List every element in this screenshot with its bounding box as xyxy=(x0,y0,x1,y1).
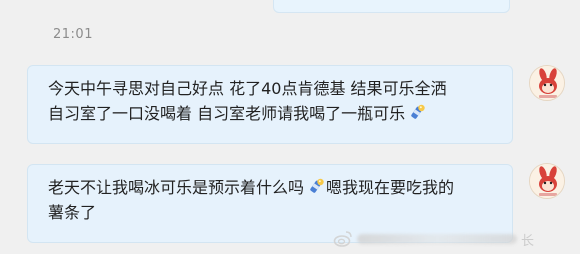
message-text: 薯条了 xyxy=(48,203,97,222)
watermark: 长 xyxy=(333,229,534,249)
watermark-text: 长 xyxy=(521,233,535,249)
rabbit-avatar-icon xyxy=(530,66,564,100)
cola-icon xyxy=(310,178,324,193)
watermark-blurred-text xyxy=(357,234,517,244)
message-text: 老天不让我喝冰可乐是预示着什么吗 xyxy=(48,178,305,197)
message-text: 今天中午寻思对自己好点 花了40点肯德基 结果可乐全洒 xyxy=(48,79,447,98)
cola-icon xyxy=(411,104,425,119)
message-timestamp: 21:01 xyxy=(53,27,93,42)
chat-area[interactable]: 21:01 今天中午寻思对自己好点 花了40点肯德基 结果可乐全洒 自习室了一口… xyxy=(0,0,580,254)
weibo-logo-icon xyxy=(333,231,352,247)
avatar[interactable] xyxy=(529,163,565,199)
rabbit-avatar-icon xyxy=(530,164,564,198)
message-bubble[interactable]: 今天中午寻思对自己好点 花了40点肯德基 结果可乐全洒 自习室了一口没喝着 自习… xyxy=(27,65,513,144)
avatar[interactable] xyxy=(529,65,565,101)
message-line: 自习室了一口没喝着 自习室老师请我喝了一瓶可乐 xyxy=(48,101,492,126)
message-text: 嗯我现在要吃我的 xyxy=(326,178,455,197)
previous-message-bubble xyxy=(273,0,510,13)
message-text: 自习室了一口没喝着 自习室老师请我喝了一瓶可乐 xyxy=(48,104,406,123)
message-line: 老天不让我喝冰可乐是预示着什么吗 嗯我现在要吃我的 xyxy=(48,175,492,200)
message-line: 薯条了 xyxy=(48,200,492,225)
message-line: 今天中午寻思对自己好点 花了40点肯德基 结果可乐全洒 xyxy=(48,76,492,101)
